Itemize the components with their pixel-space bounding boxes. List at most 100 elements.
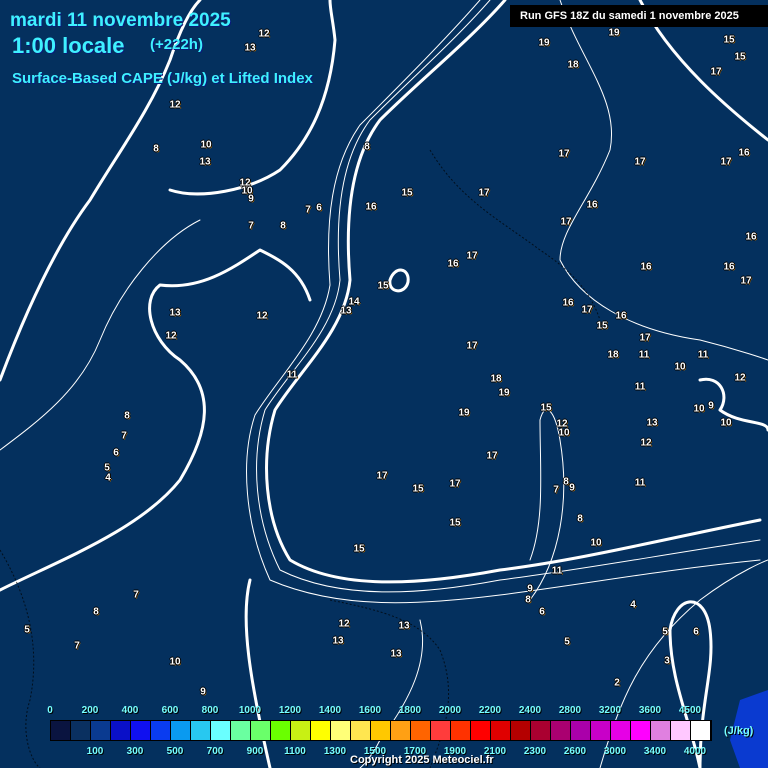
lifted-index-label: 17 bbox=[560, 216, 572, 228]
legend-tick-top: 600 bbox=[161, 705, 179, 716]
li-contour-thick bbox=[388, 268, 410, 293]
legend-swatch bbox=[471, 721, 491, 740]
lifted-index-label: 16 bbox=[562, 297, 574, 309]
lifted-index-label: 15 bbox=[401, 187, 413, 199]
legend-tick-bottom: 3000 bbox=[603, 746, 627, 757]
lifted-index-label: 12 bbox=[640, 437, 652, 449]
lifted-index-label: 8 bbox=[124, 410, 130, 422]
lifted-index-label: 13 bbox=[199, 156, 211, 168]
legend-swatch bbox=[551, 721, 571, 740]
lifted-index-label: 7 bbox=[553, 484, 559, 496]
legend-tick-top: 3200 bbox=[598, 705, 622, 716]
legend-tick-bottom: 100 bbox=[86, 746, 104, 757]
legend-swatch bbox=[511, 721, 531, 740]
lifted-index-label: 10 bbox=[200, 139, 212, 151]
lifted-index-label: 8 bbox=[153, 143, 159, 155]
legend-tick-top: 2800 bbox=[558, 705, 582, 716]
legend-tick-bottom: 2600 bbox=[563, 746, 587, 757]
legend-swatch bbox=[371, 721, 391, 740]
lifted-index-label: 13 bbox=[332, 635, 344, 647]
lifted-index-label: 17 bbox=[558, 148, 570, 160]
lifted-index-label: 18 bbox=[567, 59, 579, 71]
legend-swatch bbox=[251, 721, 271, 740]
lifted-index-label: 15 bbox=[353, 543, 365, 555]
legend-tick-bottom: 1100 bbox=[284, 746, 306, 757]
lifted-index-label: 3 bbox=[664, 655, 670, 667]
legend-swatch bbox=[411, 721, 431, 740]
lifted-index-label: 8 bbox=[563, 476, 569, 488]
lifted-index-label: 6 bbox=[113, 447, 119, 459]
lifted-index-label: 10 bbox=[720, 417, 732, 429]
legend-swatch bbox=[151, 721, 171, 740]
legend-swatch bbox=[211, 721, 231, 740]
lifted-index-label: 16 bbox=[365, 201, 377, 213]
lifted-index-label: 19 bbox=[458, 407, 470, 419]
lifted-index-label: 10 bbox=[693, 403, 705, 415]
legend-tick-top: 1400 bbox=[318, 705, 342, 716]
legend-tick-bottom: 3400 bbox=[643, 746, 667, 757]
legend-swatch bbox=[391, 721, 411, 740]
lifted-index-label: 17 bbox=[639, 332, 651, 344]
lifted-index-label: 15 bbox=[377, 280, 389, 292]
lifted-index-label: 17 bbox=[376, 470, 388, 482]
lifted-index-label: 11 bbox=[697, 349, 709, 361]
legend-swatch bbox=[291, 721, 311, 740]
lifted-index-label: 8 bbox=[280, 220, 286, 232]
lifted-index-label: 17 bbox=[449, 478, 461, 490]
lifted-index-label: 15 bbox=[723, 34, 735, 46]
lifted-index-label: 16 bbox=[447, 258, 459, 270]
lifted-index-label: 12 bbox=[169, 99, 181, 111]
legend-swatch bbox=[591, 721, 611, 740]
lifted-index-label: 11 bbox=[286, 369, 298, 381]
lifted-index-label: 17 bbox=[720, 156, 732, 168]
legend-tick-bottom: 2300 bbox=[523, 746, 547, 757]
lifted-index-label: 9 bbox=[527, 583, 533, 595]
forecast-date: mardi 11 novembre 2025 bbox=[10, 10, 231, 31]
lifted-index-label: 7 bbox=[248, 220, 254, 232]
color-scale-legend bbox=[50, 720, 712, 741]
legend-tick-top: 1000 bbox=[238, 705, 262, 716]
lifted-index-label: 8 bbox=[364, 141, 370, 153]
lifted-index-label: 18 bbox=[490, 373, 502, 385]
legend-tick-top: 1200 bbox=[278, 705, 302, 716]
lifted-index-label: 17 bbox=[710, 66, 722, 78]
parameter-title: Surface-Based CAPE (J/kg) et Lifted Inde… bbox=[12, 70, 313, 87]
lifted-index-label: 17 bbox=[634, 156, 646, 168]
weather-map-view: 12 13 15 19 19 15 18 17 12 10 8 13 8 17 17 17 16 12 10 9 15 1… bbox=[0, 0, 768, 768]
lifted-index-label: 12 bbox=[165, 330, 177, 342]
lifted-index-label: 7 bbox=[121, 430, 127, 442]
legend-swatch bbox=[611, 721, 631, 740]
lifted-index-label: 16 bbox=[586, 199, 598, 211]
lifted-index-label: 12 bbox=[338, 618, 350, 630]
lifted-index-label: 10 bbox=[590, 537, 602, 549]
legend-swatch bbox=[571, 721, 591, 740]
lifted-index-label: 17 bbox=[486, 450, 498, 462]
lifted-index-label: 16 bbox=[640, 261, 652, 273]
legend-swatch bbox=[531, 721, 551, 740]
legend-swatch bbox=[671, 721, 691, 740]
legend-tick-bottom: 300 bbox=[126, 746, 144, 757]
lifted-index-label: 19 bbox=[608, 27, 620, 39]
li-contour bbox=[256, 0, 761, 593]
legend-tick-top: 0 bbox=[47, 705, 53, 716]
model-run-info: Run GFS 18Z du samedi 1 novembre 2025 bbox=[510, 5, 768, 27]
lifted-index-label: 6 bbox=[316, 202, 322, 214]
lifted-index-label: 16 bbox=[738, 147, 750, 159]
cape-contour-map bbox=[0, 0, 768, 768]
lifted-index-label: 17 bbox=[466, 340, 478, 352]
legend-tick-top: 200 bbox=[81, 705, 99, 716]
lifted-index-label: 19 bbox=[498, 387, 510, 399]
lifted-index-label: 4 bbox=[105, 472, 111, 484]
legend-swatch bbox=[91, 721, 111, 740]
legend-swatch bbox=[131, 721, 151, 740]
lifted-index-label: 6 bbox=[539, 606, 545, 618]
legend-swatch bbox=[631, 721, 651, 740]
legend-swatch bbox=[231, 721, 251, 740]
legend-swatch bbox=[271, 721, 291, 740]
lifted-index-label: 17 bbox=[478, 187, 490, 199]
li-contour bbox=[246, 0, 761, 604]
lifted-index-label: 18 bbox=[607, 349, 619, 361]
lifted-index-label: 5 bbox=[662, 626, 668, 638]
legend-swatch bbox=[71, 721, 91, 740]
lifted-index-label: 7 bbox=[133, 589, 139, 601]
